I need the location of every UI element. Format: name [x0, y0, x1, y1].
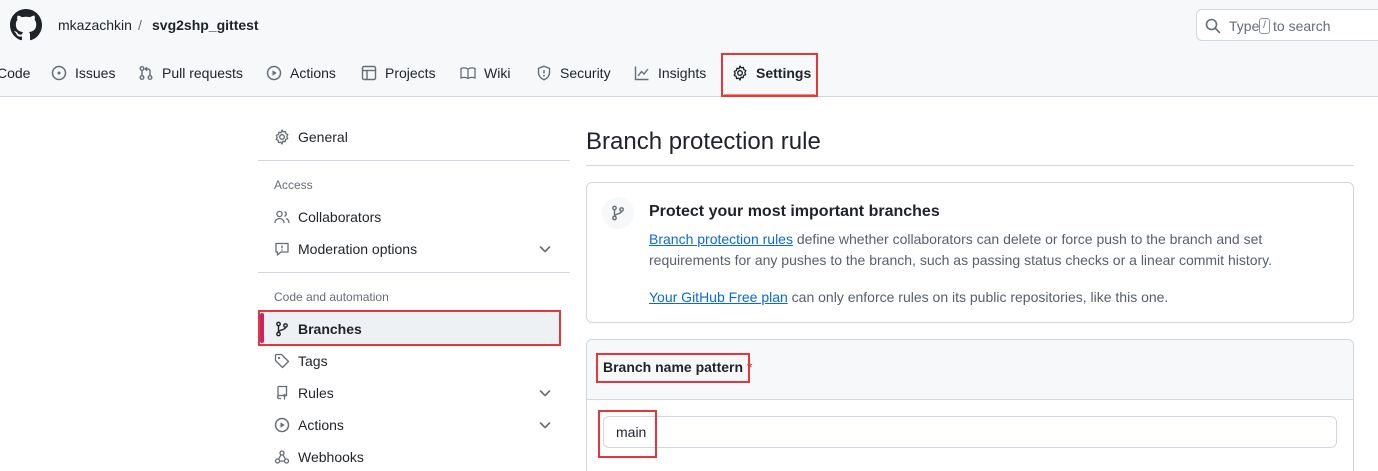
graph-icon [634, 66, 649, 81]
report-icon [275, 242, 289, 256]
github-free-plan-link[interactable]: Your GitHub Free plan [649, 289, 788, 305]
breadcrumb-owner[interactable]: mkazachkin [58, 17, 132, 33]
tab-insights[interactable]: Insights [634, 60, 706, 86]
sidebar-heading-access: Access [274, 178, 313, 192]
highlight-settings-tab [721, 53, 818, 97]
issue-opened-icon [51, 65, 67, 81]
title-divider [586, 165, 1354, 166]
sidebar-item-label: Actions [298, 417, 344, 433]
sidebar-item-moderation-options[interactable]: Moderation options [274, 239, 551, 259]
info-title: Protect your most important branches [649, 203, 940, 220]
highlight-branches-item [258, 310, 561, 346]
highlight-pattern-input [598, 410, 657, 458]
sidebar-divider [258, 272, 570, 273]
sidebar-item-label: Webhooks [298, 449, 364, 465]
tab-actions-label: Actions [290, 65, 336, 81]
repo-header: mkazachkin / svg2shp_gittest Type / to s… [0, 0, 1378, 97]
sidebar-item-label: Rules [298, 385, 334, 401]
chevron-down-icon[interactable] [537, 385, 553, 401]
page-title: Branch protection rule [586, 128, 821, 155]
info-plan-line: Your GitHub Free plan can only enforce r… [649, 289, 1168, 305]
sidebar-item-label: Moderation options [298, 241, 418, 257]
tab-projects-label: Projects [385, 65, 436, 81]
tab-wiki-label: Wiki [484, 65, 511, 81]
info-description-line-1: Branch protection rules define whether c… [649, 231, 1262, 247]
repo-push-icon [276, 385, 288, 400]
tab-pull-requests-label: Pull requests [162, 65, 243, 81]
tab-code[interactable]: Code [0, 60, 30, 86]
sidebar-item-tags[interactable]: Tags [274, 351, 328, 371]
tag-icon [274, 353, 290, 369]
shield-icon [537, 65, 551, 81]
table-icon [361, 65, 377, 81]
tab-issues[interactable]: Issues [51, 60, 115, 86]
people-icon [274, 210, 290, 224]
sidebar-heading-code-automation: Code and automation [274, 290, 389, 304]
info-description-text: define whether collaborators can delete … [792, 231, 1263, 247]
info-description-line-2: requirements for any pushes to the branc… [649, 252, 1273, 268]
tab-actions[interactable]: Actions [266, 60, 336, 86]
sidebar-item-general[interactable]: General [274, 127, 348, 147]
play-icon [274, 417, 290, 433]
search-shortcut-key: / [1259, 18, 1270, 34]
play-icon [266, 65, 282, 81]
git-branch-icon [612, 205, 624, 221]
github-logo-icon[interactable] [10, 9, 42, 41]
gear-icon [275, 129, 289, 145]
search-input[interactable]: Type / to search [1196, 9, 1378, 41]
sidebar-item-label: Collaborators [298, 209, 382, 225]
info-plan-text: can only enforce rules on its public rep… [787, 289, 1169, 305]
tab-wiki[interactable]: Wiki [460, 60, 510, 86]
breadcrumb-repo[interactable]: svg2shp_gittest [152, 17, 259, 33]
sidebar-item-webhooks[interactable]: Webhooks [274, 447, 364, 467]
tab-pull-requests[interactable]: Pull requests [138, 60, 243, 86]
sidebar-item-label: Tags [298, 353, 328, 369]
sidebar-item-collaborators[interactable]: Collaborators [274, 207, 381, 227]
webhook-icon [274, 450, 290, 464]
sidebar-item-actions[interactable]: Actions [274, 415, 551, 435]
book-icon [460, 67, 476, 80]
chevron-down-icon[interactable] [537, 241, 553, 257]
git-pull-request-icon [139, 66, 153, 80]
search-placeholder-prefix: Type [1229, 18, 1260, 34]
tab-security-label: Security [560, 65, 611, 81]
breadcrumb-separator: / [138, 17, 142, 33]
search-placeholder-suffix: to search [1273, 18, 1331, 34]
search-icon [1205, 18, 1221, 34]
sidebar-item-label: General [298, 129, 348, 145]
tab-code-label: Code [0, 65, 31, 81]
highlight-pattern-label [596, 353, 750, 383]
branch-protection-rules-link[interactable]: Branch protection rules [649, 231, 793, 247]
tab-insights-label: Insights [658, 65, 707, 81]
chevron-down-icon[interactable] [537, 417, 553, 433]
tab-projects[interactable]: Projects [361, 60, 436, 86]
tab-security[interactable]: Security [536, 60, 611, 86]
sidebar-divider [258, 160, 570, 161]
tab-issues-label: Issues [75, 65, 116, 81]
sidebar-item-rules[interactable]: Rules [274, 383, 551, 403]
branch-name-pattern-input[interactable] [603, 416, 1337, 448]
info-icon-container [602, 197, 634, 229]
